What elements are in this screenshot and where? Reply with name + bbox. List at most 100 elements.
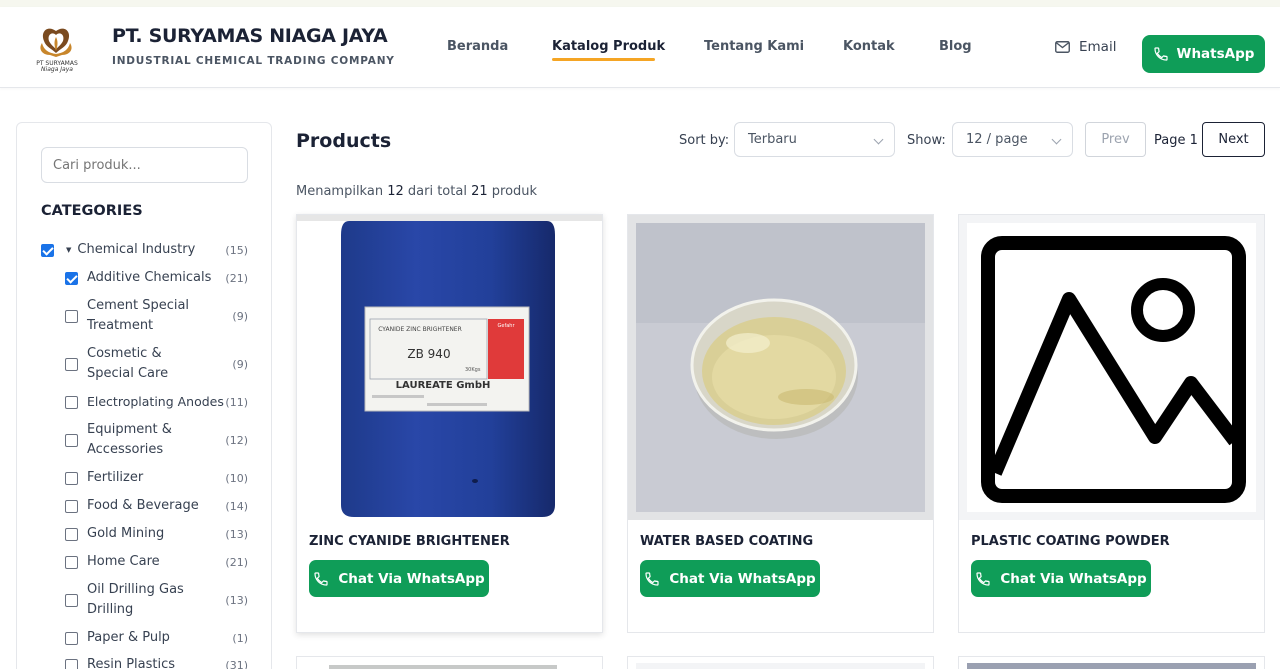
prev-page-button[interactable]: Prev (1085, 122, 1146, 157)
product-card[interactable] (627, 656, 934, 669)
company-name[interactable]: PT. SURYAMAS NIAGA JAYA (112, 25, 388, 47)
phone-icon (976, 571, 990, 586)
category-label: Gold Mining (87, 526, 165, 541)
product-image-partial (329, 665, 557, 669)
nav-tentang-kami[interactable]: Tentang Kami (704, 39, 804, 54)
category-count: (13) (225, 593, 248, 607)
category-checkbox[interactable] (65, 309, 78, 323)
page-title: Products (296, 130, 392, 152)
category-home-care[interactable]: Home Care (21) (65, 552, 248, 572)
category-label: Equipment & Accessories (87, 422, 172, 457)
category-count: (13) (225, 527, 248, 541)
nav-katalog-produk[interactable]: Katalog Produk (552, 39, 665, 54)
product-image-petri-dish[interactable] (628, 215, 933, 520)
active-nav-indicator (552, 58, 655, 61)
svg-text:LAUREATE GmbH: LAUREATE GmbH (396, 380, 491, 391)
category-electroplating-anodes[interactable]: Electroplating Anodes (11) (65, 392, 248, 412)
product-image-blue-drum[interactable]: CYANIDE ZINC BRIGHTENER Gefahr ZB 940 30… (297, 215, 602, 520)
product-search-input[interactable] (41, 147, 248, 183)
category-additive-chemicals[interactable]: Additive Chemicals (21) (65, 268, 248, 288)
chat-whatsapp-label: Chat Via WhatsApp (338, 570, 485, 587)
page-size-select[interactable]: 12 / page (952, 122, 1073, 157)
category-oil-drilling-gas-drilling[interactable]: Oil Drilling Gas Drilling (13) (65, 580, 248, 620)
product-image-partial (967, 663, 1256, 669)
category-paper-pulp[interactable]: Paper & Pulp (1) (65, 628, 248, 648)
nav-beranda[interactable]: Beranda (447, 39, 508, 54)
category-label: Cosmetic & Special Care (87, 346, 169, 381)
category-count: (10) (225, 471, 248, 485)
category-count: (21) (225, 271, 248, 285)
placeholder-image-icon[interactable] (959, 215, 1264, 520)
svg-text:Gefahr: Gefahr (498, 323, 516, 329)
category-count: (9) (232, 357, 248, 371)
next-page-button[interactable]: Next (1202, 122, 1265, 157)
phone-icon (645, 571, 659, 586)
category-count: (9) (232, 309, 248, 323)
category-count: (15) (225, 243, 248, 257)
category-equipment-accessories[interactable]: Equipment & Accessories (12) (65, 420, 248, 460)
category-cosmetic-special-care[interactable]: Cosmetic & Special Care (9) (65, 344, 248, 384)
category-label: Resin Plastics (87, 657, 176, 669)
whatsapp-header-label: WhatsApp (1176, 46, 1255, 62)
category-checkbox[interactable] (65, 631, 78, 645)
category-checkbox[interactable] (41, 243, 54, 257)
sort-select[interactable]: Terbaru (734, 122, 895, 157)
phone-icon (314, 571, 328, 586)
product-card[interactable] (958, 656, 1265, 669)
category-checkbox[interactable] (65, 433, 78, 447)
category-count: (1) (232, 631, 248, 645)
svg-text:ZB 940: ZB 940 (407, 347, 450, 361)
product-card[interactable]: CYANIDE ZINC BRIGHTENER Gefahr ZB 940 30… (296, 214, 603, 633)
whatsapp-header-button[interactable]: WhatsApp (1142, 35, 1265, 73)
product-name[interactable]: PLASTIC COATING POWDER (971, 534, 1170, 549)
category-checkbox[interactable] (65, 499, 78, 513)
category-checkbox[interactable] (65, 527, 78, 541)
category-checkbox[interactable] (65, 658, 78, 669)
sort-label: Sort by: (679, 133, 730, 148)
chat-whatsapp-button[interactable]: Chat Via WhatsApp (309, 560, 489, 597)
category-label: Food & Beverage (87, 498, 199, 513)
category-resin-plastics[interactable]: Resin Plastics (31) (65, 655, 248, 669)
product-card[interactable] (296, 656, 603, 669)
category-checkbox[interactable] (65, 271, 78, 285)
category-label: Chemical Industry (77, 242, 196, 257)
category-count: (14) (225, 499, 248, 513)
category-food-beverage[interactable]: Food & Beverage (14) (65, 496, 248, 516)
category-label: Home Care (87, 554, 160, 569)
product-card[interactable]: PLASTIC COATING POWDER Chat Via WhatsApp (958, 214, 1265, 633)
svg-text:CYANIDE ZINC BRIGHTENER: CYANIDE ZINC BRIGHTENER (378, 326, 462, 333)
chevron-down-icon (1051, 134, 1062, 145)
category-chemical-industry[interactable]: ▼ Chemical Industry (15) (41, 240, 248, 260)
category-checkbox[interactable] (65, 395, 78, 409)
category-label: Paper & Pulp (87, 630, 170, 645)
nav-kontak[interactable]: Kontak (843, 39, 895, 54)
category-count: (31) (225, 658, 248, 669)
chat-whatsapp-button[interactable]: Chat Via WhatsApp (971, 560, 1151, 597)
category-checkbox[interactable] (65, 593, 78, 607)
category-cement-special-treatment[interactable]: Cement Special Treatment (9) (65, 296, 248, 336)
nav-blog[interactable]: Blog (939, 39, 972, 54)
chat-whatsapp-label: Chat Via WhatsApp (1000, 570, 1147, 587)
category-label: Cement Special Treatment (87, 298, 190, 333)
category-gold-mining[interactable]: Gold Mining (13) (65, 524, 248, 544)
caret-down-icon[interactable]: ▼ (66, 246, 71, 254)
sort-value: Terbaru (748, 132, 797, 147)
company-tagline: INDUSTRIAL CHEMICAL TRADING COMPANY (112, 55, 395, 67)
category-fertilizer[interactable]: Fertilizer (10) (65, 468, 248, 488)
category-label: Electroplating Anodes (87, 394, 224, 409)
show-label: Show: (907, 133, 946, 148)
category-checkbox[interactable] (65, 471, 78, 485)
category-checkbox[interactable] (65, 555, 78, 569)
email-link[interactable]: Email (1055, 39, 1116, 55)
current-page-label: Page 1 (1154, 133, 1198, 148)
svg-text:30Kgs: 30Kgs (465, 367, 481, 373)
product-card[interactable]: WATER BASED COATING Chat Via WhatsApp (627, 214, 934, 633)
product-name[interactable]: WATER BASED COATING (640, 534, 813, 549)
category-checkbox[interactable] (65, 357, 78, 371)
category-count: (21) (225, 555, 248, 569)
category-count: (12) (225, 433, 248, 447)
phone-icon (1153, 47, 1168, 61)
category-label: Fertilizer (87, 470, 144, 485)
product-name[interactable]: ZINC CYANIDE BRIGHTENER (309, 534, 510, 549)
chat-whatsapp-button[interactable]: Chat Via WhatsApp (640, 560, 820, 597)
